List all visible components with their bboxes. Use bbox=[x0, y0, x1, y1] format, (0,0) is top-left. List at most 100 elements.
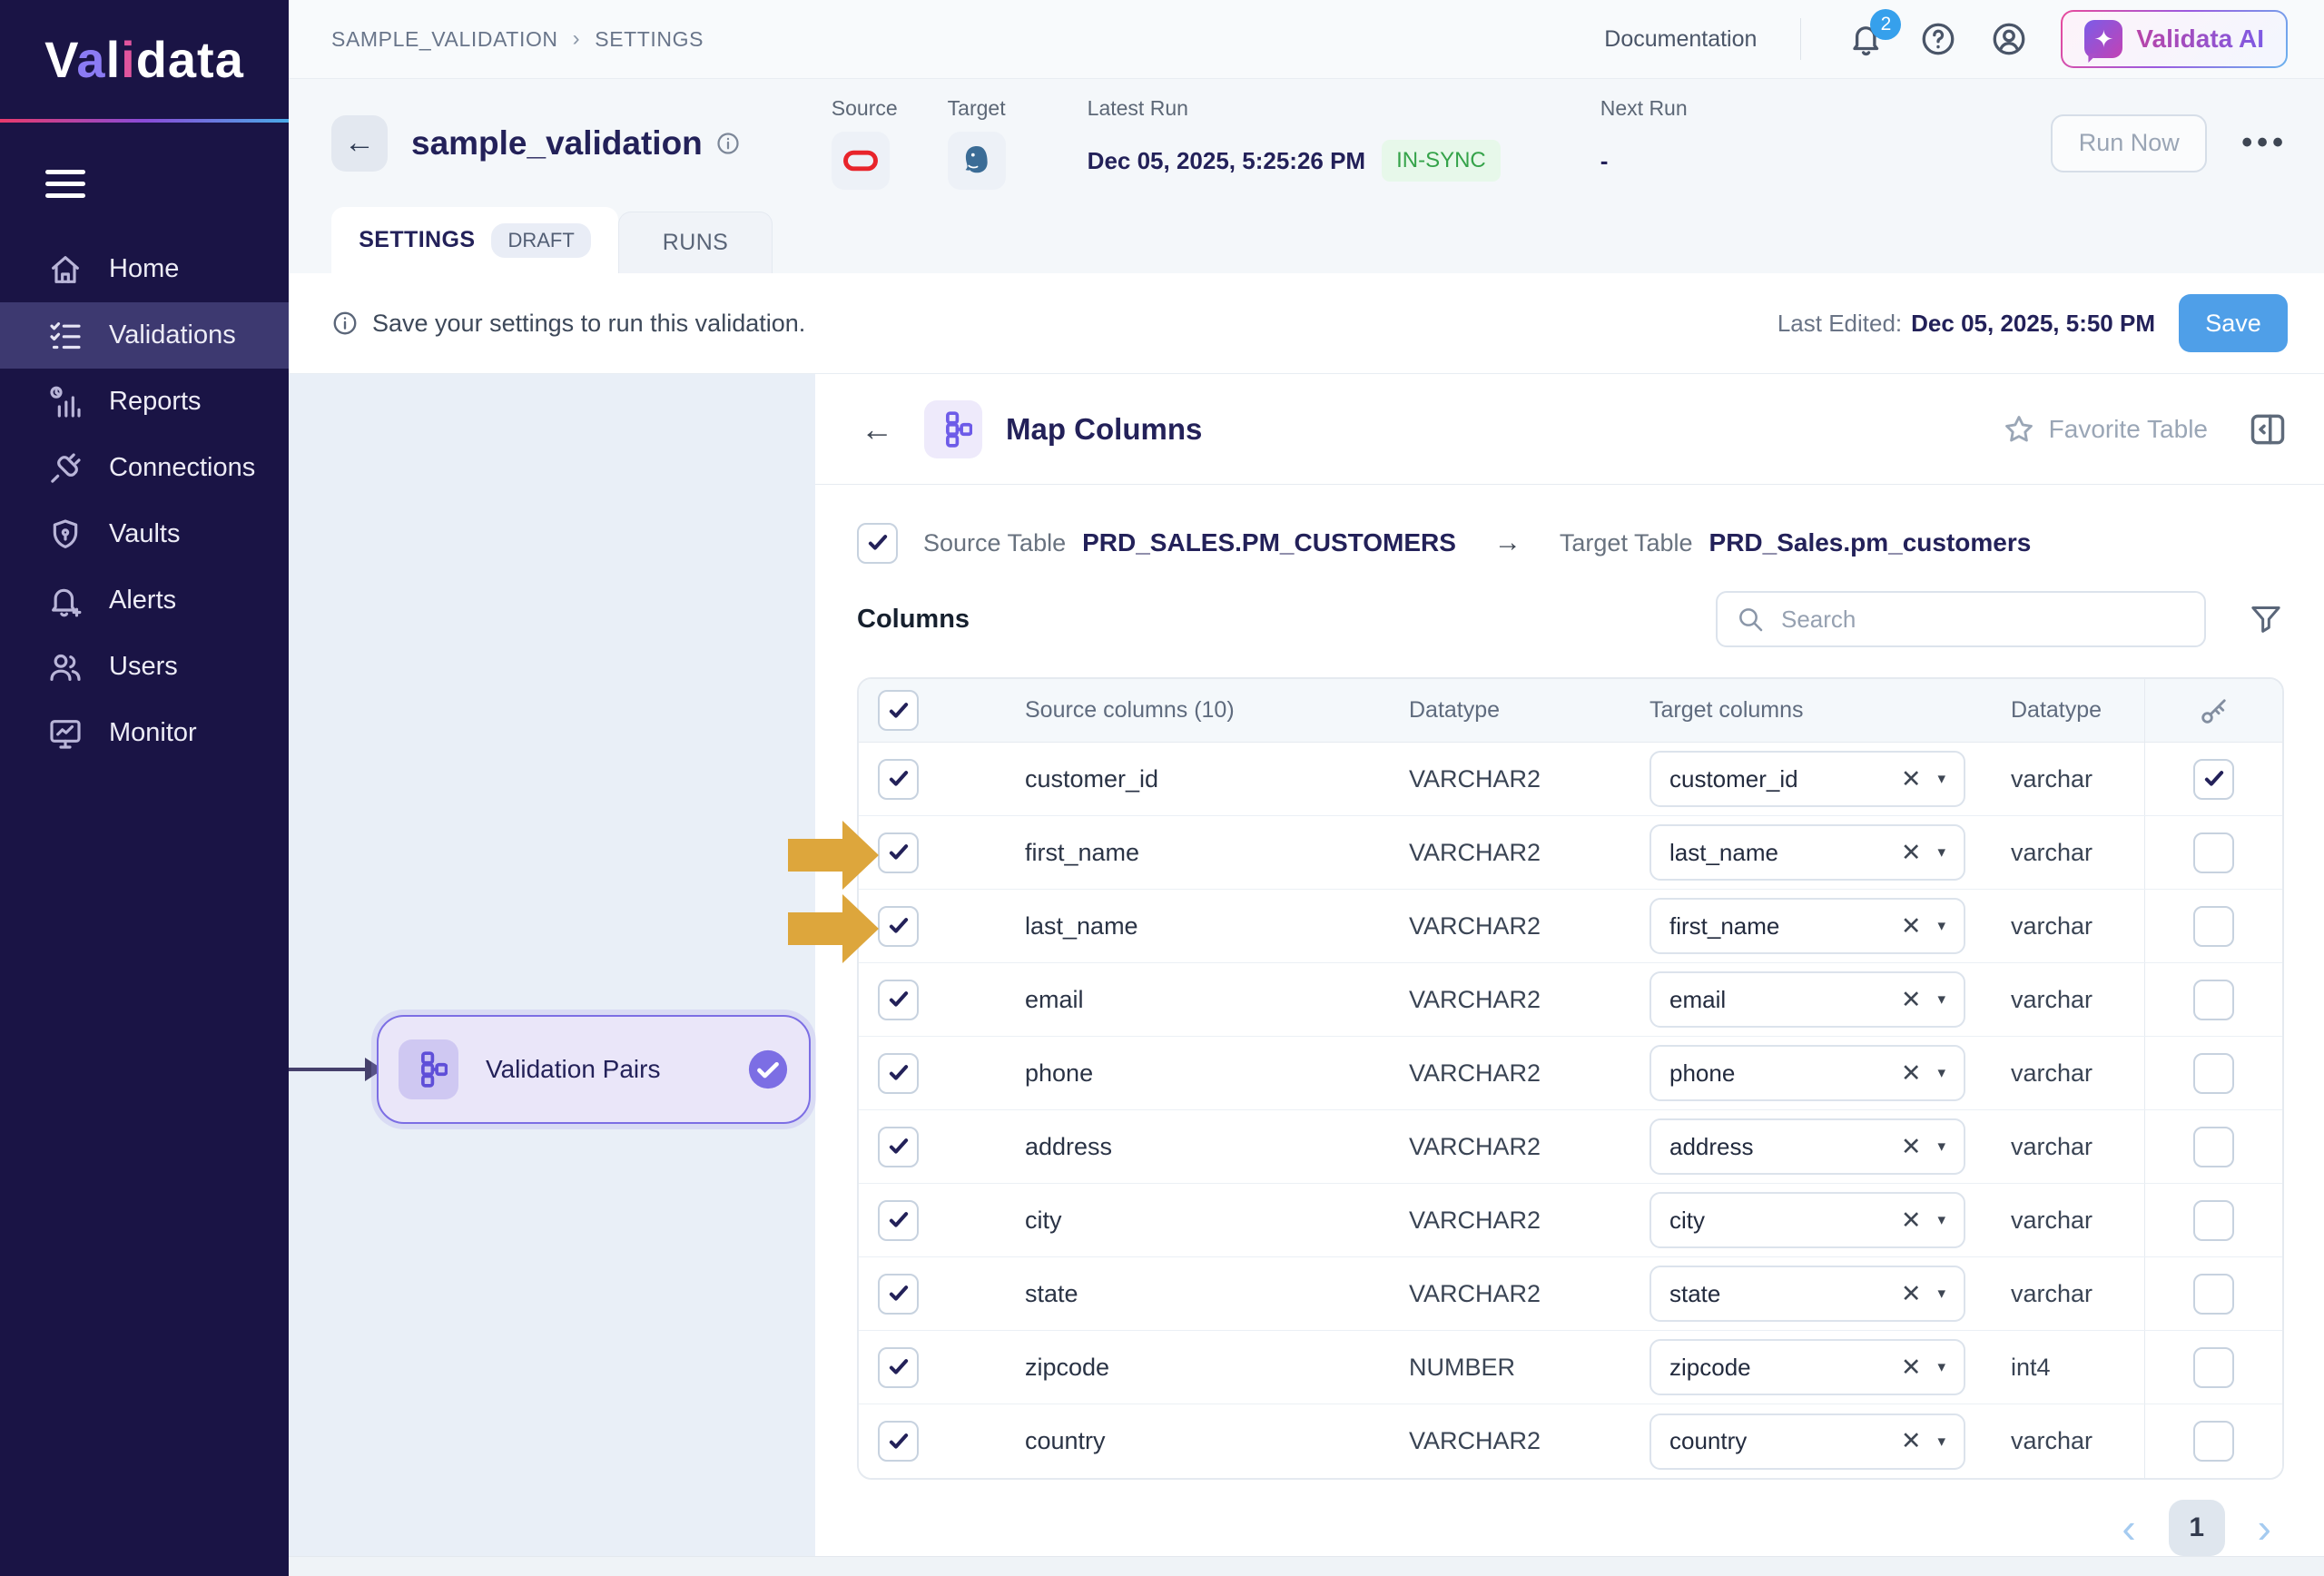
target-column-dropdown[interactable]: city✕▾ bbox=[1649, 1192, 1965, 1248]
sidebar-item-vaults[interactable]: Vaults bbox=[0, 501, 289, 567]
source-datatype: VARCHAR2 bbox=[1340, 912, 1581, 941]
clear-mapping-icon[interactable]: ✕ bbox=[1901, 765, 1922, 793]
breadcrumb: SAMPLE_VALIDATION › SETTINGS bbox=[331, 26, 704, 52]
annotation-arrow bbox=[788, 894, 879, 963]
panel-body: Source Table PRD_SALES.PM_CUSTOMERS → Ta… bbox=[815, 485, 2324, 1556]
run-now-button[interactable]: Run Now bbox=[2051, 114, 2207, 172]
table-row: countryVARCHAR2country✕▾varchar bbox=[859, 1404, 2282, 1478]
key-checkbox[interactable] bbox=[2193, 832, 2234, 873]
breadcrumb-item[interactable]: SAMPLE_VALIDATION bbox=[331, 27, 558, 52]
notification-bell-icon[interactable]: 2 bbox=[1848, 20, 1886, 58]
key-checkbox[interactable] bbox=[2193, 1200, 2234, 1241]
chevron-down-icon[interactable]: ▾ bbox=[1937, 1358, 1945, 1376]
key-checkbox[interactable] bbox=[2193, 1053, 2234, 1094]
sidebar-item-reports[interactable]: Reports bbox=[0, 369, 289, 435]
row-checkbox[interactable] bbox=[878, 1347, 919, 1388]
source-datatype: VARCHAR2 bbox=[1340, 1059, 1581, 1088]
chevron-down-icon[interactable]: ▾ bbox=[1937, 770, 1945, 788]
clear-mapping-icon[interactable]: ✕ bbox=[1901, 1059, 1922, 1088]
key-checkbox[interactable] bbox=[2193, 1421, 2234, 1462]
row-checkbox[interactable] bbox=[878, 832, 919, 873]
row-checkbox[interactable] bbox=[878, 1053, 919, 1094]
banner-actions: Last Edited: Dec 05, 2025, 5:50 PM Save bbox=[1777, 294, 2288, 352]
row-checkbox[interactable] bbox=[878, 906, 919, 947]
row-checkbox[interactable] bbox=[878, 1421, 919, 1462]
chevron-down-icon[interactable]: ▾ bbox=[1937, 990, 1945, 1009]
clear-mapping-icon[interactable]: ✕ bbox=[1901, 1207, 1922, 1235]
clear-mapping-icon[interactable]: ✕ bbox=[1901, 1427, 1922, 1455]
chevron-down-icon[interactable]: ▾ bbox=[1937, 1138, 1945, 1156]
target-column-dropdown[interactable]: address✕▾ bbox=[1649, 1118, 1965, 1175]
key-checkbox[interactable] bbox=[2193, 759, 2234, 800]
back-button[interactable]: ← bbox=[331, 115, 388, 172]
prev-page-icon[interactable]: ‹ bbox=[2122, 1507, 2135, 1549]
documentation-link[interactable]: Documentation bbox=[1604, 26, 1757, 53]
target-column-dropdown[interactable]: phone✕▾ bbox=[1649, 1045, 1965, 1101]
chevron-down-icon[interactable]: ▾ bbox=[1937, 1211, 1945, 1229]
next-page-icon[interactable]: › bbox=[2258, 1507, 2271, 1549]
target-column-dropdown[interactable]: email✕ ▾ bbox=[1649, 971, 1965, 1028]
target-table-label: Target Table bbox=[1560, 529, 1693, 557]
key-checkbox[interactable] bbox=[2193, 1274, 2234, 1315]
table-row: zipcodeNUMBERzipcode✕▾int4 bbox=[859, 1331, 2282, 1404]
row-checkbox[interactable] bbox=[878, 1274, 919, 1315]
sidebar-item-users[interactable]: Users bbox=[0, 634, 289, 700]
help-icon[interactable] bbox=[1919, 20, 1957, 58]
sidebar-item-validations[interactable]: Validations bbox=[0, 302, 289, 369]
info-icon[interactable] bbox=[715, 131, 741, 156]
breadcrumb-chevron-icon: › bbox=[573, 26, 581, 52]
target-column-value: email bbox=[1669, 986, 1901, 1014]
clear-mapping-icon[interactable]: ✕ bbox=[1901, 1354, 1922, 1382]
search-input[interactable] bbox=[1781, 606, 2186, 634]
save-button[interactable]: Save bbox=[2179, 294, 2288, 352]
target-column-dropdown[interactable]: first_name✕▾ bbox=[1649, 898, 1965, 954]
row-checkbox[interactable] bbox=[878, 1200, 919, 1241]
clear-mapping-icon[interactable]: ✕ bbox=[1901, 986, 1922, 1014]
row-checkbox[interactable] bbox=[878, 1127, 919, 1167]
chevron-down-icon[interactable]: ▾ bbox=[1937, 917, 1945, 935]
home-icon bbox=[47, 251, 84, 288]
pair-checkbox[interactable] bbox=[857, 523, 898, 564]
target-column-dropdown[interactable]: country✕▾ bbox=[1649, 1413, 1965, 1470]
chevron-down-icon[interactable]: ▾ bbox=[1937, 1064, 1945, 1082]
breadcrumb-item: SETTINGS bbox=[595, 27, 704, 52]
target-column-dropdown[interactable]: state✕▾ bbox=[1649, 1266, 1965, 1322]
tab-settings[interactable]: SETTINGS DRAFT bbox=[331, 207, 618, 273]
select-all-checkbox[interactable] bbox=[878, 690, 919, 731]
target-datatype: varchar bbox=[1966, 1427, 2144, 1455]
clear-mapping-icon[interactable]: ✕ bbox=[1901, 1280, 1922, 1308]
chevron-down-icon[interactable]: ▾ bbox=[1937, 843, 1945, 862]
sidebar-item-connections[interactable]: Connections bbox=[0, 435, 289, 501]
validata-ai-button[interactable]: ✦ Validata AI bbox=[2061, 10, 2288, 68]
tab-runs[interactable]: RUNS bbox=[618, 212, 773, 273]
source-datatype: VARCHAR2 bbox=[1340, 1280, 1581, 1308]
key-checkbox[interactable] bbox=[2193, 1127, 2234, 1167]
clear-mapping-icon[interactable]: ✕ bbox=[1901, 912, 1922, 941]
collapse-panel-icon[interactable] bbox=[2248, 409, 2288, 449]
row-checkbox[interactable] bbox=[878, 980, 919, 1020]
sidebar-item-monitor[interactable]: Monitor bbox=[0, 700, 289, 766]
chevron-down-icon[interactable]: ▾ bbox=[1937, 1433, 1945, 1451]
chevron-down-icon[interactable]: ▾ bbox=[1937, 1285, 1945, 1303]
target-column-dropdown[interactable]: customer_id✕▾ bbox=[1649, 751, 1965, 807]
filter-icon[interactable] bbox=[2248, 601, 2284, 637]
clear-mapping-icon[interactable]: ✕ bbox=[1901, 1133, 1922, 1161]
favorite-table-button[interactable]: Favorite Table bbox=[2002, 412, 2208, 447]
key-checkbox[interactable] bbox=[2193, 906, 2234, 947]
sidebar-item-home[interactable]: Home bbox=[0, 236, 289, 302]
user-avatar-icon[interactable] bbox=[1990, 20, 2028, 58]
panel-back-arrow[interactable]: ← bbox=[861, 410, 893, 448]
row-checkbox[interactable] bbox=[878, 759, 919, 800]
sidebar-item-alerts[interactable]: Alerts bbox=[0, 567, 289, 634]
target-column-dropdown[interactable]: zipcode✕▾ bbox=[1649, 1339, 1965, 1395]
hamburger-menu-icon[interactable] bbox=[45, 170, 85, 198]
target-datatype: varchar bbox=[1966, 1133, 2144, 1161]
clear-mapping-icon[interactable]: ✕ bbox=[1901, 839, 1922, 867]
page-number[interactable]: 1 bbox=[2169, 1500, 2225, 1556]
validation-pairs-node[interactable]: Validation Pairs bbox=[377, 1015, 811, 1124]
target-column-dropdown[interactable]: last_name✕ ▾ bbox=[1649, 824, 1965, 881]
key-checkbox[interactable] bbox=[2193, 1347, 2234, 1388]
key-checkbox[interactable] bbox=[2193, 980, 2234, 1020]
target-column-value: last_name bbox=[1669, 839, 1901, 867]
more-options-icon[interactable]: ••• bbox=[2241, 125, 2288, 161]
